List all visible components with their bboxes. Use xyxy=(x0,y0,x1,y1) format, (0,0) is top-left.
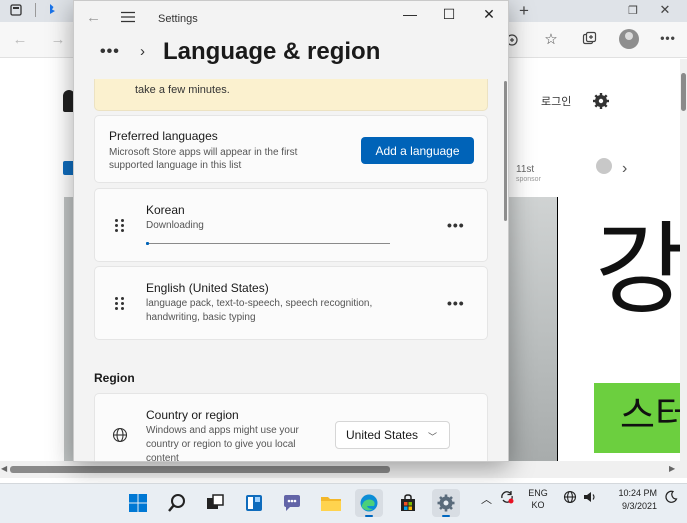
add-language-button[interactable]: Add a language xyxy=(361,137,474,164)
browser-back-icon[interactable]: ← xyxy=(8,27,32,51)
globe-icon xyxy=(112,427,128,443)
chevron-down-icon: ﹀ xyxy=(428,432,438,442)
file-explorer-button[interactable] xyxy=(317,489,345,517)
page-image-strip xyxy=(64,197,73,461)
edge-icon xyxy=(360,494,378,512)
download-progress-bar xyxy=(146,242,390,245)
country-region-dropdown[interactable]: United States ﹀ xyxy=(335,421,450,449)
ad-image xyxy=(509,197,557,461)
settings-gear-icon xyxy=(437,494,455,512)
minimize-button[interactable]: — xyxy=(390,3,430,25)
clock-date: 9/3/2021 xyxy=(621,501,657,511)
language-options-button[interactable]: ••• xyxy=(447,295,465,311)
store-bag-icon xyxy=(401,494,415,511)
notifications-moon-icon[interactable] xyxy=(664,490,678,504)
language-status: Downloading xyxy=(146,220,204,231)
settings-content: take a few minutes. Preferred languages … xyxy=(74,79,508,462)
search-icon xyxy=(168,494,185,512)
language-item-english[interactable]: English (United States) language pack, t… xyxy=(94,266,488,340)
breadcrumb-more[interactable]: ••• xyxy=(100,43,120,61)
windows-logo-icon xyxy=(129,494,147,512)
back-arrow-icon[interactable]: ← xyxy=(86,9,101,26)
clock[interactable]: 10:24 PM 9/3/2021 xyxy=(611,487,657,513)
volume-icon[interactable] xyxy=(583,490,597,504)
banner-text: take a few minutes. xyxy=(135,84,230,96)
language-features: language pack, text-to-speech, speech re… xyxy=(146,298,373,323)
store-button[interactable] xyxy=(394,489,422,517)
preferred-languages-card: Preferred languages Microsoft Store apps… xyxy=(94,115,488,183)
hamburger-menu-icon[interactable] xyxy=(121,11,135,23)
collections-icon[interactable] xyxy=(582,31,597,46)
ad-next-chevron-icon[interactable]: › xyxy=(622,160,627,178)
settings-window: ← Settings — ☐ ✕ ••• › Language & region… xyxy=(73,0,509,462)
language-name: Korean xyxy=(146,203,185,217)
edge-button[interactable] xyxy=(355,489,383,517)
site-settings-gear-icon[interactable] xyxy=(592,92,610,110)
app-title: Settings xyxy=(158,13,198,25)
login-link[interactable]: 로그인 xyxy=(541,93,571,109)
preferred-languages-description: Microsoft Store apps will appear in the … xyxy=(109,147,298,171)
input-language-indicator[interactable]: ENG KO xyxy=(528,487,548,511)
bing-icon[interactable] xyxy=(46,3,60,17)
close-button[interactable]: ✕ xyxy=(469,3,508,25)
breadcrumb-chevron-icon: › xyxy=(140,43,145,60)
country-region-description: Windows and apps might use your country … xyxy=(146,425,299,462)
browser-forward-icon[interactable]: → xyxy=(46,27,70,51)
settings-scrollbar[interactable] xyxy=(504,81,507,221)
language-name: English (United States) xyxy=(146,281,269,295)
maximize-button[interactable]: ☐ xyxy=(429,3,469,25)
drag-handle-icon[interactable] xyxy=(115,297,125,311)
preferred-languages-title: Preferred languages xyxy=(109,129,218,143)
language-item-korean[interactable]: Korean Downloading ••• xyxy=(94,188,488,262)
sync-icon[interactable] xyxy=(500,490,514,504)
profile-avatar[interactable] xyxy=(619,29,639,49)
page-title: Language & region xyxy=(163,38,381,65)
network-globe-icon[interactable] xyxy=(563,490,577,504)
ad-green-text: 스터 xyxy=(620,395,680,437)
browser-restore-button[interactable]: ❐ xyxy=(621,0,645,22)
tab-actions-icon[interactable] xyxy=(9,3,23,17)
language-options-button[interactable]: ••• xyxy=(447,217,465,233)
ad-brand-label[interactable]: 11st sponsor xyxy=(516,165,541,185)
settings-button[interactable] xyxy=(432,489,460,517)
browser-more-icon[interactable]: ••• xyxy=(656,26,680,50)
start-button[interactable] xyxy=(124,489,152,517)
info-banner: take a few minutes. xyxy=(94,79,488,111)
browser-vertical-scrollbar[interactable] xyxy=(680,59,687,461)
show-hidden-icons-chevron-icon[interactable]: ︿ xyxy=(481,491,492,507)
browser-horizontal-scrollbar[interactable]: ◀ ▶ xyxy=(0,461,687,478)
country-region-card: Country or region Windows and apps might… xyxy=(94,393,488,462)
task-view-icon xyxy=(207,494,224,509)
chat-icon xyxy=(284,495,300,511)
widgets-icon xyxy=(246,495,262,511)
browser-close-button[interactable]: ✕ xyxy=(653,0,677,22)
clock-time: 10:24 PM xyxy=(618,488,657,498)
country-region-title: Country or region xyxy=(146,408,239,422)
search-button[interactable] xyxy=(163,489,191,517)
teams-chat-button[interactable] xyxy=(278,489,306,517)
region-section-title: Region xyxy=(94,371,135,385)
widgets-button[interactable] xyxy=(240,489,268,517)
new-tab-button[interactable]: + xyxy=(512,0,536,23)
page-header: ••• › Language & region xyxy=(74,35,508,79)
settings-title-bar: ← Settings — ☐ ✕ xyxy=(74,1,508,35)
favorites-icon[interactable]: ☆ xyxy=(539,27,563,51)
country-region-value: United States xyxy=(346,428,419,442)
ad-headline: 강 xyxy=(595,215,680,325)
ad-brand-icon xyxy=(596,158,612,174)
drag-handle-icon[interactable] xyxy=(115,219,125,233)
task-view-button[interactable] xyxy=(201,489,229,517)
folder-icon xyxy=(321,497,341,511)
